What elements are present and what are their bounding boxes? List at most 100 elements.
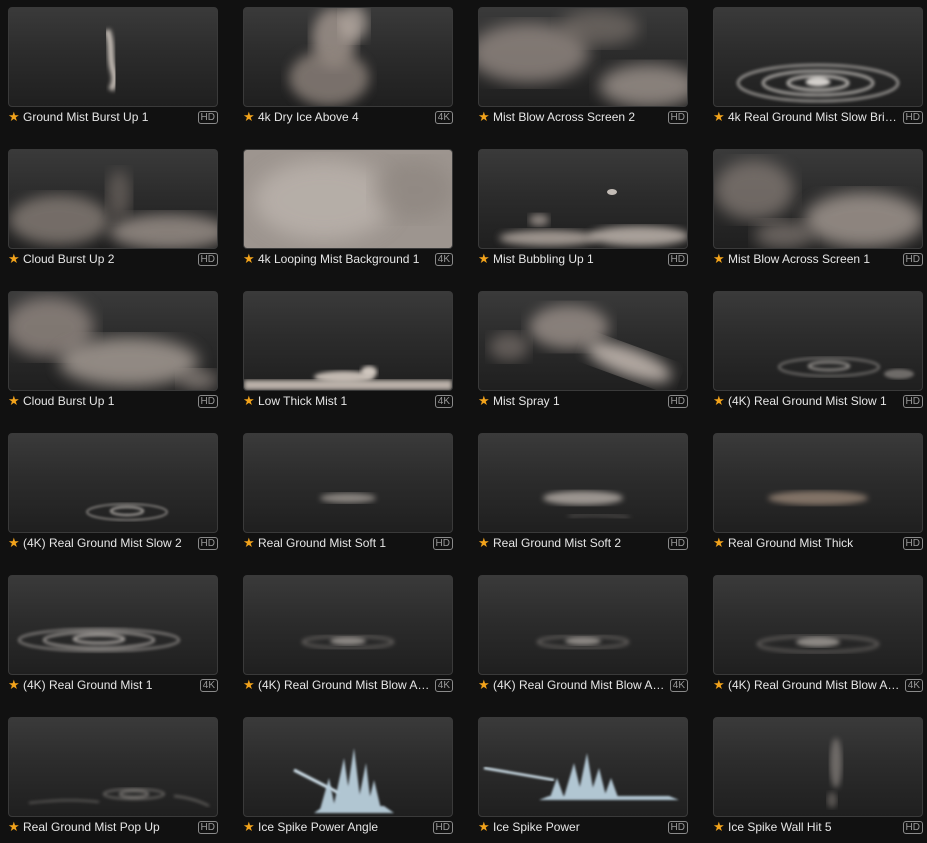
effect-tile[interactable]: ★ Mist Spray 1 HD [478,291,688,417]
effect-title: Cloud Burst Up 2 [23,252,115,266]
favorite-star-icon[interactable]: ★ [243,393,258,409]
effect-tile[interactable]: ★ Ground Mist Burst Up 1 HD [8,7,218,133]
effect-tile[interactable]: ★ 4k Looping Mist Background 1 4K [243,149,453,275]
favorite-star-icon[interactable]: ★ [713,251,728,267]
effect-tile[interactable]: ★ Cloud Burst Up 1 HD [8,291,218,417]
favorite-star-icon[interactable]: ★ [243,819,258,835]
favorite-star-icon[interactable]: ★ [243,677,258,693]
effect-thumbnail[interactable] [8,575,218,675]
effect-title: Low Thick Mist 1 [258,394,348,408]
favorite-star-icon[interactable]: ★ [713,109,728,125]
effect-tile[interactable]: ★ 4k Real Ground Mist Slow Bri… HD [713,7,923,133]
effect-thumbnail[interactable] [713,717,923,817]
effect-title: Mist Spray 1 [493,394,560,408]
effect-thumbnail[interactable] [8,7,218,107]
effect-caption: ★ Real Ground Mist Thick HD [713,535,923,551]
effect-thumbnail[interactable] [243,717,453,817]
effect-thumbnail[interactable] [478,291,688,391]
effect-title: (4K) Real Ground Mist Blow A… [258,678,430,692]
effect-title: (4K) Real Ground Mist 1 [23,678,153,692]
effect-tile[interactable]: ★ Low Thick Mist 1 4K [243,291,453,417]
effect-caption: ★ Mist Spray 1 HD [478,393,688,409]
resolution-badge: HD [902,820,923,834]
effect-tile[interactable]: ★ (4K) Real Ground Mist Slow 1 HD [713,291,923,417]
resolution-badge: 4K [904,678,923,692]
resolution-badge: HD [197,394,218,408]
effect-thumbnail[interactable] [243,291,453,391]
effect-title: Mist Bubbling Up 1 [493,252,594,266]
effect-thumbnail[interactable] [8,291,218,391]
resolution-badge: 4K [669,678,688,692]
effect-tile[interactable]: ★ Real Ground Mist Pop Up HD [8,717,218,843]
effect-thumbnail[interactable] [243,7,453,107]
favorite-star-icon[interactable]: ★ [243,535,258,551]
effect-tile[interactable]: ★ Mist Bubbling Up 1 HD [478,149,688,275]
effect-thumbnail[interactable] [478,433,688,533]
effect-tile[interactable]: ★ Ice Spike Power HD [478,717,688,843]
resolution-badge: HD [667,110,688,124]
effect-tile[interactable]: ★ (4K) Real Ground Mist Blow A… 4K [478,575,688,701]
effect-thumbnail[interactable] [713,149,923,249]
favorite-star-icon[interactable]: ★ [8,251,23,267]
favorite-star-icon[interactable]: ★ [713,393,728,409]
effect-thumbnail[interactable] [478,149,688,249]
effect-thumbnail[interactable] [478,7,688,107]
effect-title: Real Ground Mist Pop Up [23,820,160,834]
effect-thumbnail[interactable] [243,575,453,675]
favorite-star-icon[interactable]: ★ [8,393,23,409]
effect-tile[interactable]: ★ (4K) Real Ground Mist Blow A… 4K [243,575,453,701]
effects-grid: ★ Ground Mist Burst Up 1 HD ★ 4k Dry Ice Ab… [0,0,927,842]
effect-tile[interactable]: ★ Real Ground Mist Thick HD [713,433,923,559]
effect-thumbnail[interactable] [8,149,218,249]
resolution-badge: HD [667,820,688,834]
effect-tile[interactable]: ★ (4K) Real Ground Mist Blow A… 4K [713,575,923,701]
effect-tile[interactable]: ★ (4K) Real Ground Mist Slow 2 HD [8,433,218,559]
favorite-star-icon[interactable]: ★ [713,677,728,693]
favorite-star-icon[interactable]: ★ [8,109,23,125]
favorite-star-icon[interactable]: ★ [243,251,258,267]
effect-tile[interactable]: ★ Real Ground Mist Soft 2 HD [478,433,688,559]
effect-tile[interactable]: ★ Mist Blow Across Screen 2 HD [478,7,688,133]
effect-tile[interactable]: ★ Real Ground Mist Soft 1 HD [243,433,453,559]
effect-caption: ★ Ground Mist Burst Up 1 HD [8,109,218,125]
effect-tile[interactable]: ★ Ice Spike Wall Hit 5 HD [713,717,923,843]
effect-title: Real Ground Mist Thick [728,536,854,550]
favorite-star-icon[interactable]: ★ [713,535,728,551]
effect-caption: ★ Cloud Burst Up 2 HD [8,251,218,267]
effect-thumbnail[interactable] [243,149,453,249]
effect-tile[interactable]: ★ Ice Spike Power Angle HD [243,717,453,843]
effect-thumbnail[interactable] [243,433,453,533]
favorite-star-icon[interactable]: ★ [8,677,23,693]
effect-thumbnail[interactable] [713,575,923,675]
effect-tile[interactable]: ★ 4k Dry Ice Above 4 4K [243,7,453,133]
favorite-star-icon[interactable]: ★ [8,819,23,835]
effect-title: (4K) Real Ground Mist Blow A… [728,678,900,692]
resolution-badge: HD [902,394,923,408]
effect-tile[interactable]: ★ Cloud Burst Up 2 HD [8,149,218,275]
effect-thumbnail[interactable] [8,717,218,817]
favorite-star-icon[interactable]: ★ [478,109,493,125]
effect-thumbnail[interactable] [713,291,923,391]
effect-title: Ice Spike Power Angle [258,820,379,834]
favorite-star-icon[interactable]: ★ [478,393,493,409]
favorite-star-icon[interactable]: ★ [243,109,258,125]
favorite-star-icon[interactable]: ★ [478,819,493,835]
favorite-star-icon[interactable]: ★ [478,251,493,267]
effect-tile[interactable]: ★ (4K) Real Ground Mist 1 4K [8,575,218,701]
resolution-badge: HD [902,252,923,266]
effect-thumbnail[interactable] [478,575,688,675]
effect-caption: ★ Mist Blow Across Screen 2 HD [478,109,688,125]
favorite-star-icon[interactable]: ★ [713,819,728,835]
effect-thumbnail[interactable] [713,433,923,533]
effect-thumbnail[interactable] [8,433,218,533]
effect-thumbnail[interactable] [713,7,923,107]
effect-caption: ★ (4K) Real Ground Mist Slow 1 HD [713,393,923,409]
effect-caption: ★ (4K) Real Ground Mist 1 4K [8,677,218,693]
favorite-star-icon[interactable]: ★ [8,535,23,551]
effect-tile[interactable]: ★ Mist Blow Across Screen 1 HD [713,149,923,275]
favorite-star-icon[interactable]: ★ [478,677,493,693]
effect-caption: ★ Ice Spike Power Angle HD [243,819,453,835]
effect-caption: ★ Real Ground Mist Soft 2 HD [478,535,688,551]
effect-thumbnail[interactable] [478,717,688,817]
favorite-star-icon[interactable]: ★ [478,535,493,551]
